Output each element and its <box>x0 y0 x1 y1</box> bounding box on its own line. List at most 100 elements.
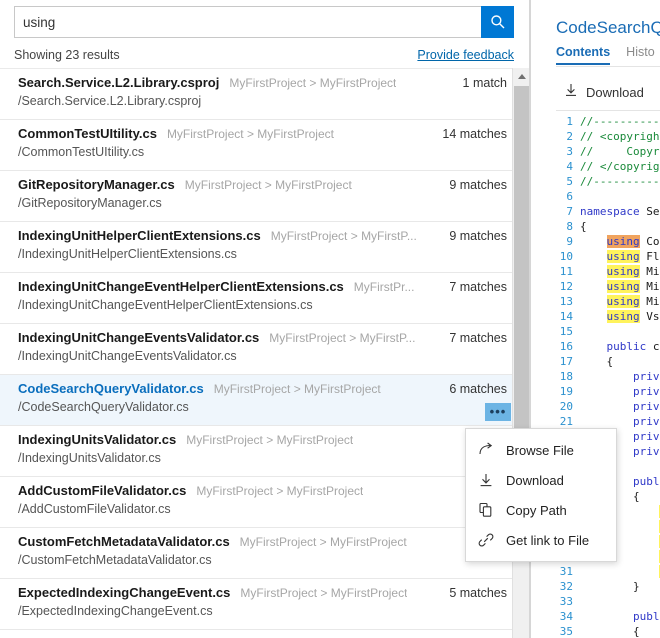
file-context-menu[interactable]: Browse File Download Copy Path Get link to … <box>465 428 617 562</box>
result-file-name[interactable]: IndexingUnitChangeEventHelperClientExten… <box>18 279 344 294</box>
match-count-label: 9 matches <box>449 178 507 192</box>
table-row[interactable]: GitRepositoryManager.cs MyFirstProject > … <box>0 171 529 222</box>
result-file-path: /IndexingUnitChangeEventsValidator.cs <box>18 349 237 363</box>
result-file-name[interactable]: AddCustomFileValidator.cs <box>18 483 186 498</box>
result-file-name[interactable]: CommonTestUItility.cs <box>18 126 157 141</box>
scroll-up-arrow-icon[interactable] <box>513 68 529 85</box>
code-line-text: priv <box>632 385 660 398</box>
table-row[interactable]: CommonTestUItility.cs MyFirstProject > My… <box>0 120 529 171</box>
line-number: 6 <box>566 190 573 203</box>
result-file-name[interactable]: GitRepositoryManager.cs <box>18 177 175 192</box>
match-count-label: 5 matches <box>449 586 507 600</box>
search-button[interactable] <box>481 6 514 38</box>
results-count-label: Showing 23 results <box>14 48 120 62</box>
table-row[interactable]: IndexingUnitsValidator.cs MyFirstProject … <box>0 426 529 477</box>
result-file-path: /CodeSearchQueryValidator.cs <box>18 400 189 414</box>
tab-histo[interactable]: Histo <box>626 45 654 65</box>
match-count-label: 6 matches <box>449 382 507 396</box>
code-line: 15 <box>556 324 660 339</box>
result-row-header: AddCustomFileValidator.cs MyFirstProject … <box>18 483 529 498</box>
search-bar <box>14 6 514 38</box>
tab-contents[interactable]: Contents <box>556 45 611 65</box>
code-line: 14 using Vs <box>556 309 660 324</box>
table-row[interactable]: ExpectedIndexingChangeEvent.cs MyFirstPro… <box>0 579 529 630</box>
result-file-name[interactable]: CustomFetchMetadataValidator.cs <box>18 534 230 549</box>
line-number: 12 <box>559 280 573 293</box>
result-file-name[interactable]: Search.Service.L2.Library.csproj <box>18 75 219 90</box>
result-file-path: /ExpectedIndexingChangeEvent.cs <box>18 604 213 618</box>
table-row[interactable]: IndexingUnitChangeEventsValidator.cs MyFi… <box>0 324 529 375</box>
table-row[interactable]: IndexingUnitHelperClientExtensions.cs MyF… <box>0 222 529 273</box>
provide-feedback-link[interactable]: Provide feedback <box>417 48 514 62</box>
line-number: 4 <box>566 160 573 173</box>
line-number: 35 <box>559 625 573 638</box>
code-line-text: { <box>580 355 614 368</box>
ellipsis-icon: ••• <box>489 404 507 419</box>
code-line: 18 priv <box>556 369 660 384</box>
code-line-text: publ <box>632 610 660 623</box>
code-line-text: t <box>580 564 660 579</box>
code-line: 10 using Fl <box>556 249 660 264</box>
preview-download-label: Download <box>586 85 644 100</box>
result-file-name[interactable]: IndexingUnitsValidator.cs <box>18 432 176 447</box>
menu-item-get-link-to-file[interactable]: Get link to File <box>466 525 616 555</box>
table-row[interactable]: CodeSearchQueryValidator.cs MyFirstProjec… <box>0 375 529 426</box>
code-line-text: priv <box>632 400 660 413</box>
code-line: 2 // <copyrigh <box>556 129 660 144</box>
code-line: 20 priv <box>556 399 660 414</box>
table-row[interactable]: Search.Service.L2.Library.csproj MyFirstP… <box>0 69 529 120</box>
search-input[interactable] <box>14 6 481 38</box>
link-icon <box>478 532 494 548</box>
line-number: 16 <box>559 340 573 353</box>
line-number: 5 <box>566 175 573 188</box>
code-line-text: using Mi <box>606 265 660 278</box>
breadcrumb: MyFirstProject > MyFirstProject <box>229 76 397 90</box>
breadcrumb: MyFirstPr... <box>353 280 415 294</box>
result-row-header: IndexingUnitsValidator.cs MyFirstProject … <box>18 432 529 447</box>
line-number: 19 <box>559 385 573 398</box>
code-line: 21 priv <box>556 414 660 429</box>
table-row[interactable]: AddCustomFileValidator.cs MyFirstProject … <box>0 477 529 528</box>
menu-item-browse-file[interactable]: Browse File <box>466 435 616 465</box>
line-number: 20 <box>559 400 573 413</box>
preview-download-button[interactable]: Download <box>564 83 644 102</box>
copy-path-icon <box>478 502 494 518</box>
result-row-header: CustomFetchMetadataValidator.cs MyFirstPr… <box>18 534 529 549</box>
code-line: 1 //---------- <box>556 114 660 129</box>
results-list[interactable]: Search.Service.L2.Library.csproj MyFirstP… <box>0 68 529 638</box>
line-number: 13 <box>559 295 573 308</box>
line-number: 7 <box>566 205 573 218</box>
code-line-text: priv <box>632 415 660 428</box>
table-row[interactable]: CustomFetchMetadataValidator.cs MyFirstPr… <box>0 528 529 579</box>
code-line: 11 using Mi <box>556 264 660 279</box>
line-number: 1 <box>566 115 573 128</box>
match-count-label: 7 matches <box>449 280 507 294</box>
code-line: 12 using Mi <box>556 279 660 294</box>
result-file-name[interactable]: ExpectedIndexingChangeEvent.cs <box>18 585 230 600</box>
preview-file-title: CodeSearchQ <box>556 18 660 37</box>
result-file-path: /CommonTestUItility.cs <box>18 145 145 159</box>
menu-item-copy-path[interactable]: Copy Path <box>466 495 616 525</box>
code-line: 34 publ <box>556 609 660 624</box>
result-file-name[interactable]: IndexingUnitHelperClientExtensions.cs <box>18 228 261 243</box>
match-count-label: 7 matches <box>449 331 507 345</box>
row-more-actions-button[interactable]: ••• <box>485 403 511 421</box>
result-file-name[interactable]: CodeSearchQueryValidator.cs <box>18 381 204 396</box>
code-line-text: priv <box>632 370 660 383</box>
code-line: 9 using Co <box>556 234 660 249</box>
line-number: 10 <box>559 250 573 263</box>
code-line: 5 //---------- <box>556 174 660 189</box>
menu-item-download[interactable]: Download <box>466 465 616 495</box>
action-divider <box>556 110 660 111</box>
code-line-text: using Vs <box>606 310 660 323</box>
code-line: 8{ <box>556 219 660 234</box>
table-row[interactable]: IndexingUnitChangeEventHelperClientExten… <box>0 273 529 324</box>
code-line: 6 <box>556 189 660 204</box>
code-line: 31 t <box>556 564 660 579</box>
code-line: 32 } <box>556 579 660 594</box>
browse-file-icon <box>478 442 494 458</box>
result-file-name[interactable]: IndexingUnitChangeEventsValidator.cs <box>18 330 259 345</box>
